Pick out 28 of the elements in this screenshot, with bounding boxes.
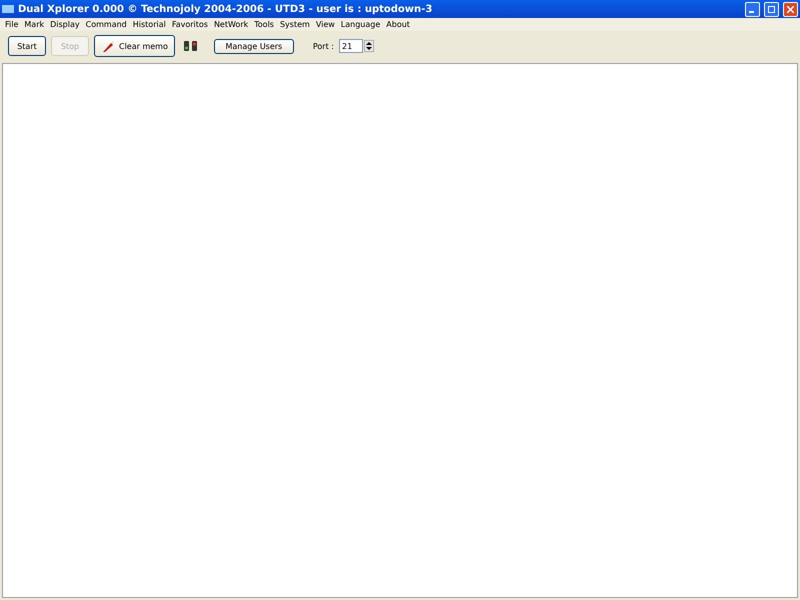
menu-item[interactable]: Command xyxy=(82,19,130,30)
menu-item[interactable]: Favoritos xyxy=(168,19,211,30)
manage-users-button[interactable]: Manage Users xyxy=(214,38,294,54)
menu-item[interactable]: Display xyxy=(47,19,83,30)
maximize-button[interactable] xyxy=(764,2,779,16)
menu-item[interactable]: File xyxy=(2,19,22,30)
menu-item[interactable]: Mark xyxy=(21,19,48,30)
menu-item[interactable]: View xyxy=(312,19,338,30)
toolbar-button[interactable]: Start xyxy=(8,36,46,56)
port-label: Port : xyxy=(312,42,334,50)
app-icon xyxy=(2,5,14,13)
menu-item[interactable]: Tools xyxy=(251,19,277,30)
menu-item[interactable]: System xyxy=(276,19,313,30)
close-icon xyxy=(787,6,794,12)
menu-item[interactable]: Historial xyxy=(130,19,169,30)
close-button[interactable] xyxy=(783,2,798,16)
traffic-light-icon xyxy=(184,41,189,51)
menu-item[interactable]: About xyxy=(383,19,413,30)
traffic-light-icon xyxy=(192,41,197,51)
port-field[interactable]: 21 xyxy=(338,39,363,53)
window-title: Dual Xplorer 0.000 © Technojoly 2004-2006 - UTD3 - user is : uptodown-3 xyxy=(18,4,434,14)
maximize-icon xyxy=(768,6,775,12)
menu-item[interactable]: Language xyxy=(338,19,384,30)
clear-memo-button[interactable]: Clear memo xyxy=(94,35,175,57)
menu-item[interactable]: NetWork xyxy=(210,19,252,30)
brush-icon xyxy=(101,39,115,53)
spinner-arrows-icon[interactable] xyxy=(364,40,374,52)
minimize-button[interactable] xyxy=(745,2,760,16)
